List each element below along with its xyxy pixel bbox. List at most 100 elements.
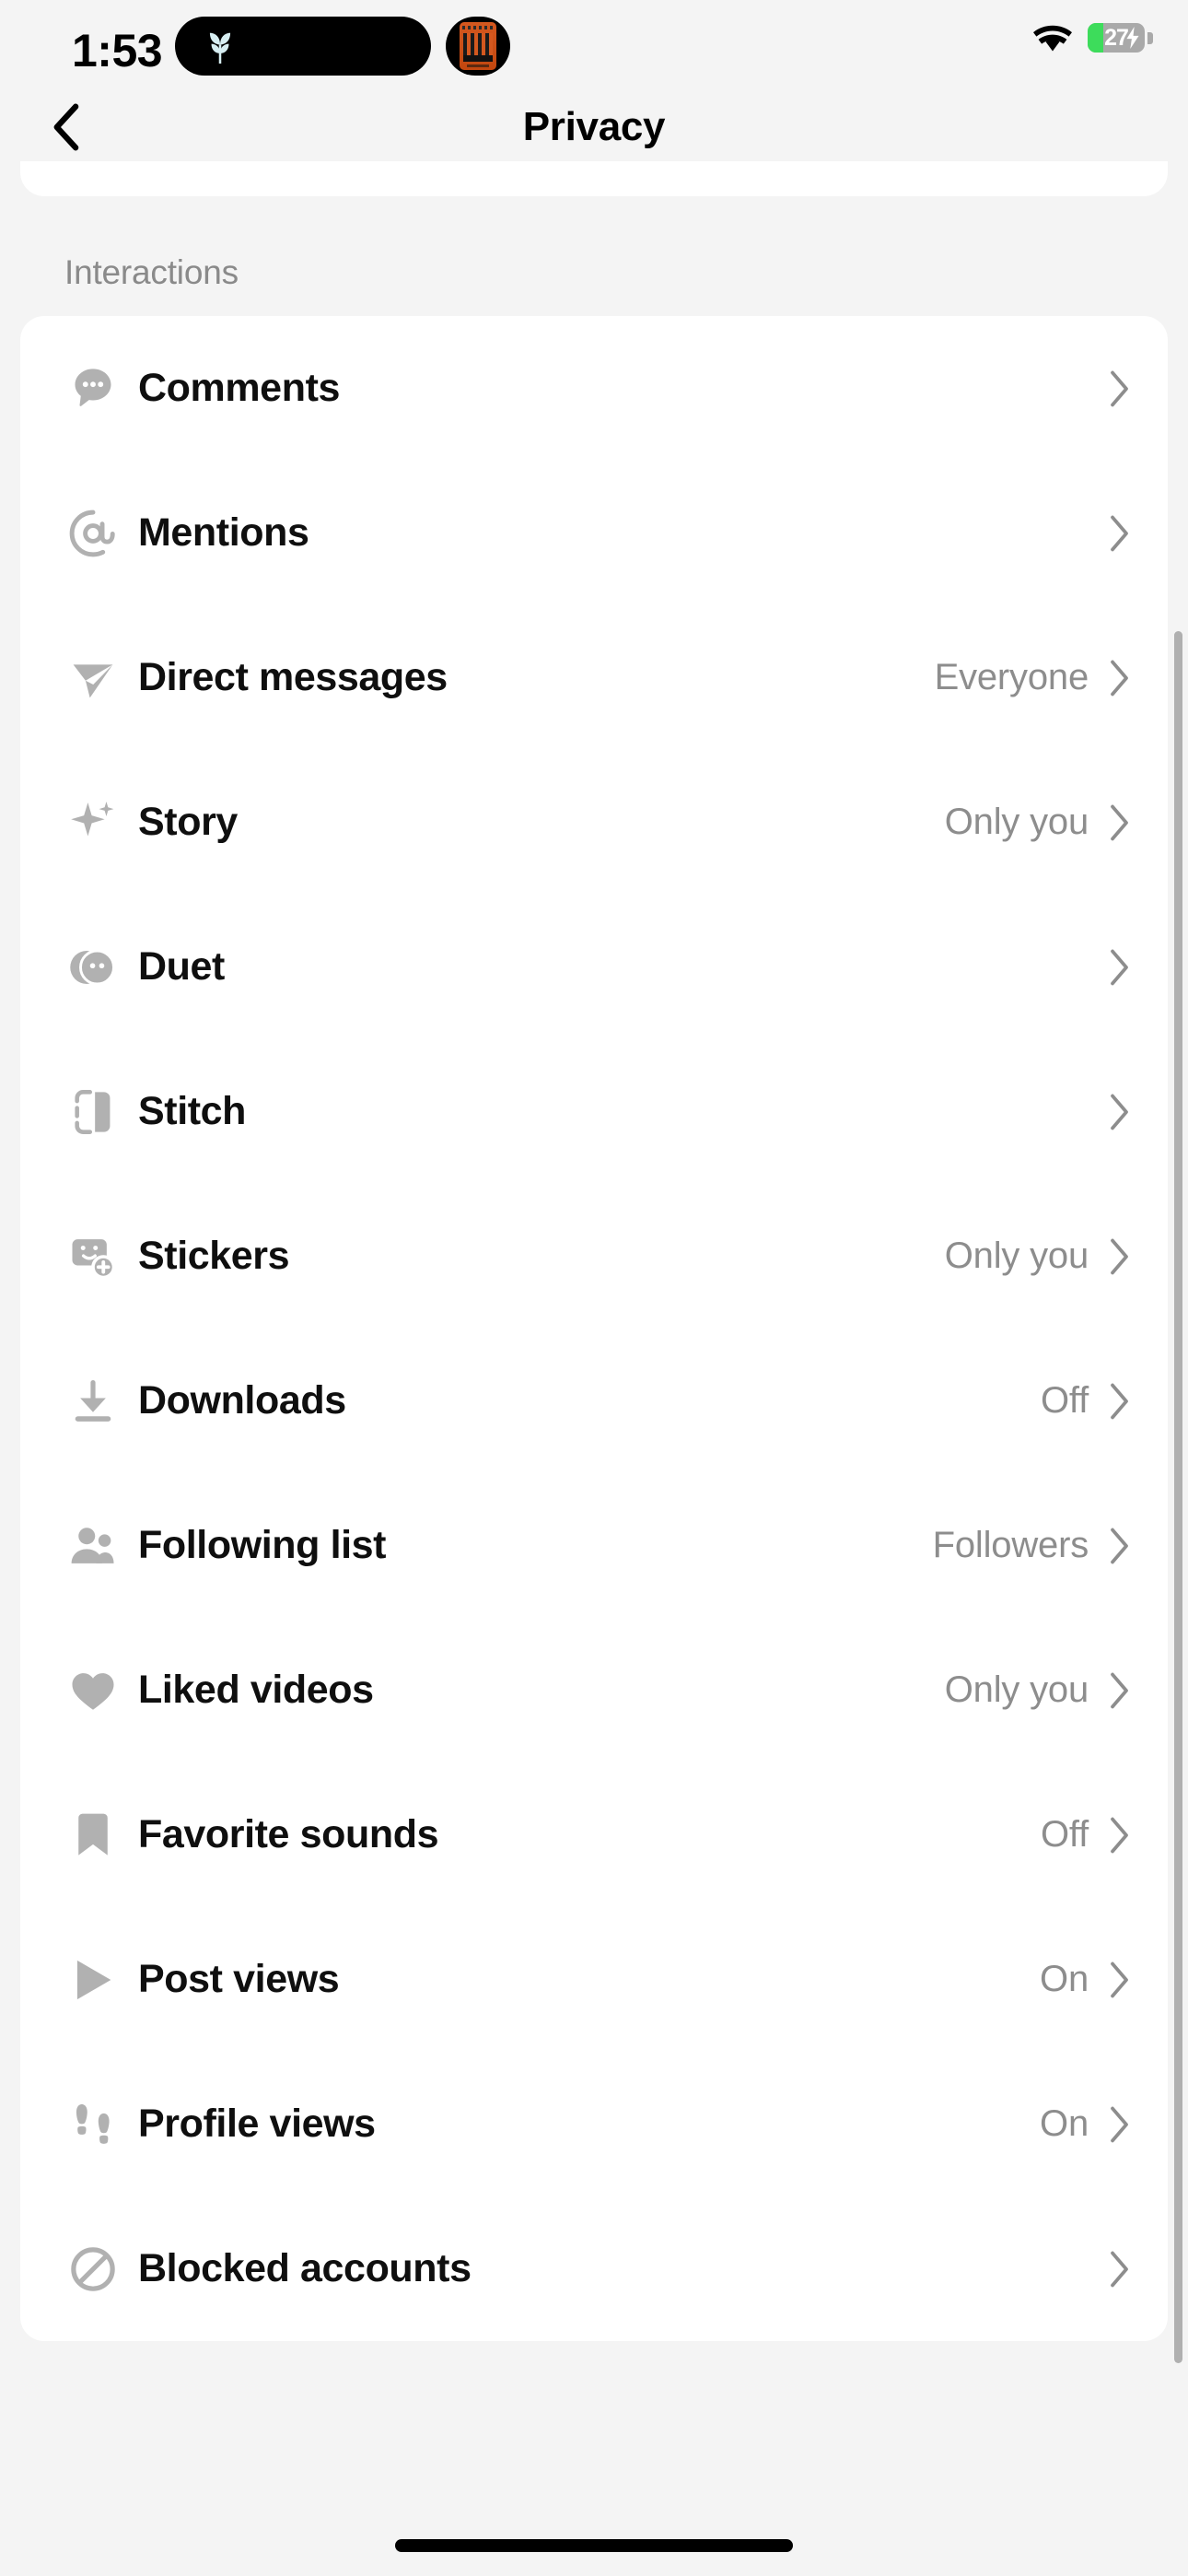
chevron-right-icon: [1107, 1961, 1131, 1999]
status-bar-indicators: 27: [1032, 22, 1153, 53]
settings-row-label: Downloads: [138, 1378, 346, 1423]
settings-scroll-area[interactable]: Interactions Comments Mentions Direct mess…: [0, 161, 1188, 2576]
chevron-right-icon: [1111, 949, 1128, 985]
settings-row-post-views[interactable]: Post views On: [20, 1907, 1168, 2052]
settings-row-liked-videos[interactable]: Liked videos Only you: [20, 1618, 1168, 1762]
settings-row-story[interactable]: Story Only you: [20, 750, 1168, 895]
chevron-right-icon: [1111, 1238, 1128, 1274]
settings-row-label: Stickers: [138, 1234, 290, 1278]
chevron-right-icon: [1107, 2105, 1131, 2144]
settings-row-favorite-sounds[interactable]: Favorite sounds Off: [20, 1762, 1168, 1907]
chevron-right-icon: [1111, 1817, 1128, 1853]
plant-leaf-icon: [209, 32, 231, 64]
settings-row-stitch[interactable]: Stitch: [20, 1039, 1168, 1184]
settings-row-label: Story: [138, 800, 238, 844]
settings-row-value: Only you: [944, 1669, 1089, 1710]
chevron-right-icon: [1111, 2251, 1128, 2287]
chevron-right-icon: [1107, 369, 1131, 408]
settings-row-value: On: [1040, 2103, 1089, 2144]
settings-row-value: On: [1040, 1959, 1089, 1999]
settings-row-stickers[interactable]: Stickers Only you: [20, 1184, 1168, 1329]
chevron-right-icon: [1111, 1094, 1128, 1130]
charging-bolt-icon: [1126, 27, 1139, 49]
heart-icon: [64, 1662, 122, 1719]
download-arrow-icon: [64, 1373, 122, 1430]
status-bar-clock: 1:53: [72, 25, 163, 76]
settings-row-direct-messages[interactable]: Direct messages Everyone: [20, 605, 1168, 750]
settings-row-label: Comments: [138, 366, 341, 410]
people-icon: [64, 1517, 122, 1575]
settings-card-interactions: Comments Mentions Direct messages Everyone S…: [20, 316, 1168, 2341]
status-bar: 1:53 27: [0, 0, 1188, 92]
back-button[interactable]: [35, 97, 96, 158]
comment-bubble-icon: [64, 360, 122, 417]
duet-circles-icon: [64, 939, 122, 996]
chevron-right-icon: [1107, 1237, 1131, 1276]
settings-row-label: Blocked accounts: [138, 2246, 472, 2290]
settings-row-label: Favorite sounds: [138, 1812, 439, 1856]
chevron-right-icon: [1107, 948, 1131, 987]
play-triangle-icon: [64, 1951, 122, 2008]
settings-row-profile-views[interactable]: Profile views On: [20, 2052, 1168, 2196]
battery-cap: [1147, 31, 1153, 44]
chevron-right-icon: [1107, 1382, 1131, 1421]
chevron-left-icon: [53, 103, 79, 150]
settings-row-label: Stitch: [138, 1089, 247, 1133]
previous-section-card-bottom: [20, 161, 1168, 196]
block-circle-slash-icon: [64, 2241, 122, 2298]
settings-row-label: Mentions: [138, 510, 309, 555]
chevron-right-icon: [1107, 1527, 1131, 1565]
settings-row-comments[interactable]: Comments: [20, 316, 1168, 461]
sparkle-icon: [64, 794, 122, 851]
sticker-plus-icon: [64, 1228, 122, 1285]
bookmark-icon: [64, 1807, 122, 1864]
chevron-right-icon: [1107, 1671, 1131, 1710]
chevron-right-icon: [1111, 1961, 1128, 1997]
chevron-right-icon: [1107, 1816, 1131, 1855]
settings-row-value: Off: [1040, 1814, 1089, 1855]
chevron-right-icon: [1111, 515, 1128, 551]
chevron-right-icon: [1107, 1093, 1131, 1131]
chevron-right-icon: [1111, 1528, 1128, 1563]
section-header-interactions: Interactions: [64, 253, 239, 291]
at-mention-icon: [64, 505, 122, 562]
scroll-indicator[interactable]: [1174, 631, 1182, 2363]
settings-row-label: Duet: [138, 944, 225, 989]
chevron-right-icon: [1111, 2106, 1128, 2142]
page-title: Privacy: [522, 103, 666, 149]
chevron-right-icon: [1111, 1672, 1128, 1708]
chevron-right-icon: [1111, 370, 1128, 406]
settings-row-duet[interactable]: Duet: [20, 895, 1168, 1039]
chevron-right-icon: [1107, 659, 1131, 697]
settings-row-label: Liked videos: [138, 1668, 374, 1712]
settings-row-value: Only you: [944, 802, 1089, 842]
chevron-right-icon: [1111, 660, 1128, 696]
settings-row-label: Following list: [138, 1523, 387, 1567]
settings-row-following-list[interactable]: Following list Followers: [20, 1473, 1168, 1618]
settings-row-value: Off: [1040, 1380, 1089, 1421]
phone-screen: 1:53 27 Privacy Interactions Comments Me…: [0, 0, 1188, 2576]
settings-row-downloads[interactable]: Downloads Off: [20, 1329, 1168, 1473]
settings-row-blocked-accounts[interactable]: Blocked accounts: [20, 2196, 1168, 2341]
settings-row-value: Followers: [932, 1525, 1089, 1565]
settings-row-value: Everyone: [934, 657, 1089, 697]
chevron-right-icon: [1107, 803, 1131, 842]
home-indicator: [395, 2539, 793, 2552]
chevron-right-icon: [1111, 804, 1128, 840]
footprints-icon: [64, 2096, 122, 2153]
dynamic-island[interactable]: [175, 17, 431, 76]
settings-row-label: Direct messages: [138, 655, 448, 699]
wifi-icon: [1033, 25, 1072, 52]
battery-indicator: 27: [1088, 23, 1145, 53]
settings-row-label: Post views: [138, 1957, 340, 2001]
stitch-icon: [64, 1083, 122, 1141]
chevron-right-icon: [1107, 514, 1131, 553]
live-activity-pill[interactable]: [446, 17, 510, 76]
settings-row-mentions[interactable]: Mentions: [20, 461, 1168, 605]
settings-row-label: Profile views: [138, 2102, 376, 2146]
album-art-icon: [460, 22, 496, 70]
paper-plane-icon: [64, 650, 122, 707]
settings-row-value: Only you: [944, 1235, 1089, 1276]
navigation-bar: Privacy: [0, 92, 1188, 161]
chevron-right-icon: [1107, 2250, 1131, 2289]
